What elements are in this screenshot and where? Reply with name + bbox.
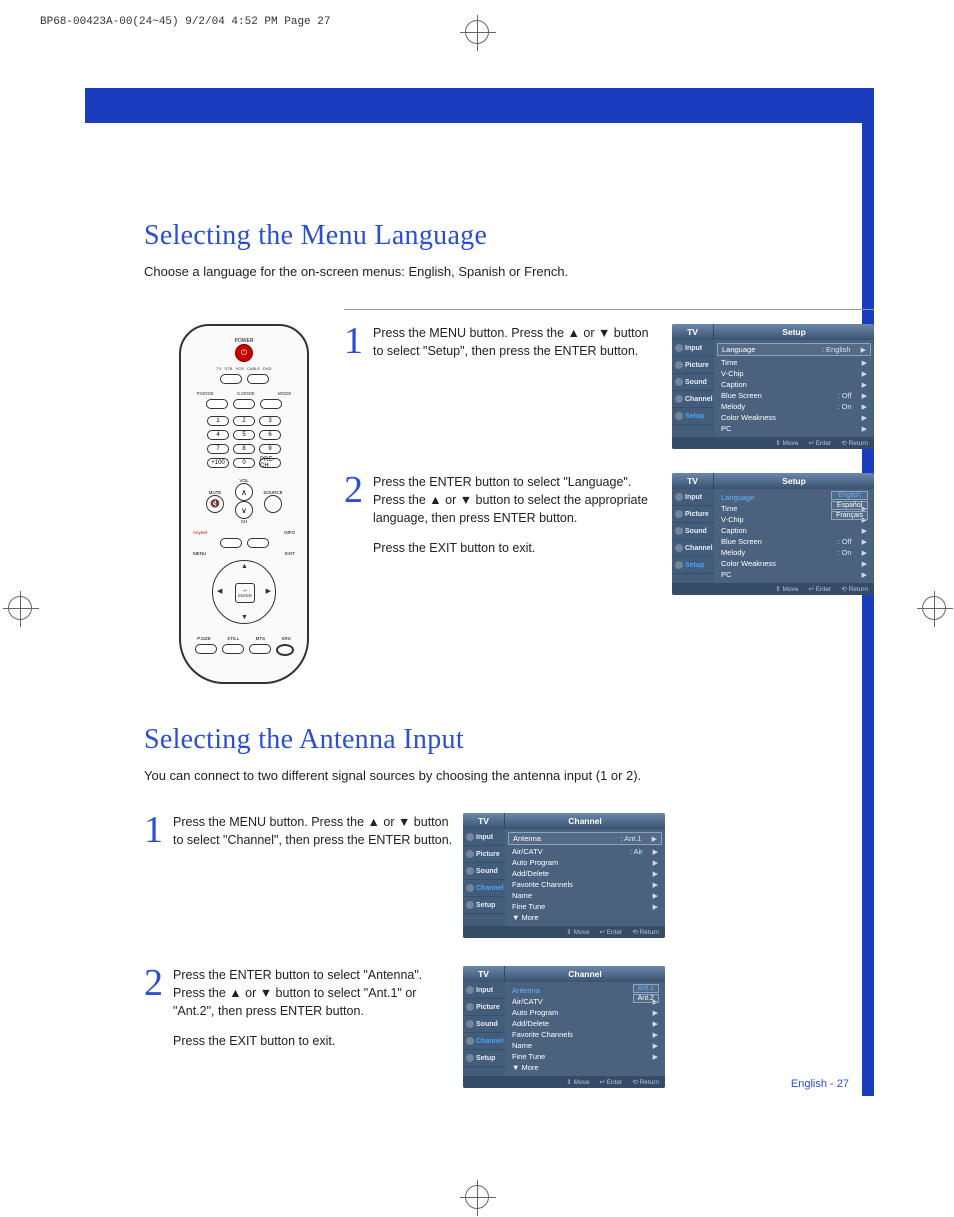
page-footer: English - 27 (791, 1078, 849, 1090)
step-text: Press the ENTER button to select "Langua… (373, 473, 662, 570)
crop-mark-top (465, 20, 489, 44)
crop-mark-left (8, 596, 32, 620)
print-header: BP68-00423A-00(24~45) 9/2/04 4:52 PM Pag… (40, 16, 330, 28)
dpad-right-icon: ▶ (266, 587, 271, 595)
crop-mark-bottom (465, 1185, 489, 1209)
step-text: Press the MENU button. Press the ▲ or ▼ … (173, 813, 453, 861)
remote-mute-label: MUTE (209, 490, 222, 495)
osd-channel-1: TVChannelInputPictureSoundChannelSetupAn… (463, 813, 665, 938)
remote-illustration: POWER ⏻ TVSTBVCRCABLEDVD P.MODES.MODEMOD… (179, 324, 309, 684)
section-intro-2: You can connect to two different signal … (144, 768, 694, 783)
remote-exit-label: EXIT (285, 551, 295, 556)
remote-source-label: SOURCE (263, 490, 282, 495)
power-icon: ⏻ (235, 344, 253, 362)
dpad-left-icon: ◀ (217, 587, 222, 595)
mute-icon: 🔇 (206, 495, 224, 513)
section-title-1: Selecting the Menu Language (144, 220, 874, 252)
section-title-2: Selecting the Antenna Input (144, 724, 874, 756)
step-number: 2 (344, 473, 363, 507)
header-blue-bar (85, 88, 874, 123)
osd-channel-2: TVChannelInputPictureSoundChannelSetupAn… (463, 966, 665, 1088)
osd-setup-2: TVSetupInputPictureSoundChannelSetupLang… (672, 473, 874, 595)
osd-setup-1: TVSetupInputPictureSoundChannelSetupLang… (672, 324, 874, 449)
step-text: Press the MENU button. Press the ▲ or ▼ … (373, 324, 662, 372)
remote-menu-label: MENU (193, 551, 206, 556)
dpad-down-icon: ▼ (241, 614, 248, 621)
remote-up-icon: ∧ (235, 483, 253, 501)
remote-info-label: INFO (284, 530, 295, 535)
anynet-label: Anynet (193, 530, 207, 535)
remote-ch-label: CH (241, 519, 248, 524)
dpad-up-icon: ▲ (241, 563, 248, 570)
srs-icon (276, 644, 294, 656)
section-intro-1: Choose a language for the on-screen menu… (144, 264, 874, 279)
enter-button-icon: ↩ENTER (235, 583, 255, 603)
source-icon (264, 495, 282, 513)
step-text: Press the ENTER button to select "Antenn… (173, 966, 453, 1063)
remote-down-icon: ∨ (235, 501, 253, 519)
step-number: 1 (344, 324, 363, 358)
step-number: 2 (144, 966, 163, 1000)
section-rule (344, 309, 874, 310)
crop-mark-right (922, 596, 946, 620)
step-number: 1 (144, 813, 163, 847)
